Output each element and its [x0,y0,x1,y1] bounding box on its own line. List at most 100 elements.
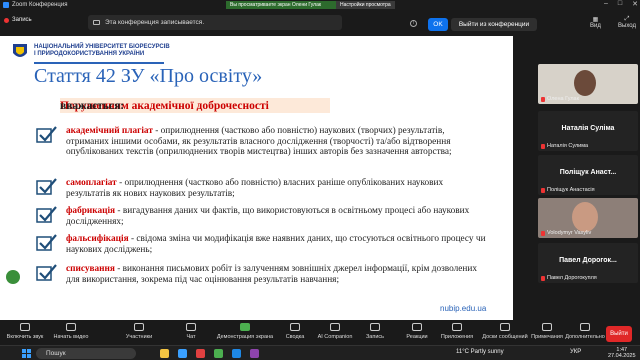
participant-name: Наталія Сулима [547,143,589,149]
chat-button[interactable]: Чат [166,323,216,340]
item-term: списування [66,264,115,274]
windows-start-icon[interactable] [22,349,31,358]
view-settings-button[interactable]: Настройки просмотра [336,1,395,9]
participant-tile[interactable]: Volodymyr Vasyliv [538,198,638,238]
view-button[interactable]: ▦ Вид [590,16,601,29]
share-viewing-label: Вы просматриваете экран Олени Гулак [226,1,336,9]
item-text: - свідома зміна чи модифікація вже наявн… [66,234,486,255]
mic-muted-icon [541,96,545,102]
item-term: фальсифікація [66,234,129,244]
heart-icon [412,323,422,331]
whiteboard-icon [500,323,510,331]
screen-share-bar: Вы просматриваете экран Олени Гулак Наст… [226,1,406,9]
close-icon[interactable]: ✕ [632,0,638,8]
zoom-logo-icon [3,2,9,8]
leave-meeting-button[interactable]: Выйти из конференции [451,18,537,31]
share-screen-icon [240,323,250,331]
participant-label: Олена Гулак [541,96,579,102]
exit-button[interactable]: ⤢ Выход [618,16,636,29]
mic-muted-icon [541,187,545,193]
windows-taskbar: Пошук 11°C Partly sunny УКР 1:47 27.04.2… [0,345,640,360]
taskbar-clock[interactable]: 1:47 27.04.2025 [608,347,636,359]
exit-label: Выход [618,23,636,29]
info-icon[interactable]: i [410,20,417,27]
notice-text: Эта конференция записывается. [105,19,205,26]
checkbox-icon [36,264,57,281]
participants-button[interactable]: Участники [114,323,164,340]
start-video-button[interactable]: Начать видео [46,323,96,340]
checkbox-icon [36,206,57,223]
file-explorer-icon[interactable] [160,349,169,358]
mic-icon [20,323,30,331]
toolbar-label: Приложения [440,334,474,340]
toolbar-label: Реакции [406,334,428,340]
clock-date: 27.04.2025 [608,353,636,359]
share-screen-button[interactable]: Демонстрация экрана [212,323,278,340]
item-term: академічний плагіат [66,126,153,136]
participant-tile[interactable]: Наталія Суліма Наталія Сулима [538,111,638,151]
slide-title: Стаття 42 ЗУ «Про освіту» [34,65,263,87]
zoom-taskbar-icon[interactable] [232,349,241,358]
participant-tile[interactable]: Поліщук Анаст... Поліщук Анастасія [538,155,638,195]
window-controls: – □ ✕ [604,0,638,8]
toolbar-label: Сводка [285,334,305,340]
checkbox-icon [36,234,57,251]
window-title: Zoom Конференция [12,2,68,8]
apps-button[interactable]: Приложения [432,323,482,340]
list-item: самоплагіат - оприлюднення (частково або… [36,178,496,200]
chrome-icon[interactable] [214,349,223,358]
taskbar-search[interactable]: Пошук [36,348,136,359]
slide-heading: Порушенням академічної доброчесності вва… [60,98,330,113]
toolbar-label: Чат [186,334,196,340]
list-item: фальсифікація - свідома зміна чи модифік… [36,234,496,256]
unmute-button[interactable]: Включить звук [0,323,50,340]
participant-video [572,202,598,232]
checkbox-icon [36,178,57,195]
toolbar-label: Демонстрация экрана [216,334,274,340]
toolbar-label: Включить звук [6,334,44,340]
item-text: - оприлюднення (частково або повністю) в… [66,178,444,199]
minimize-icon[interactable]: – [604,0,608,8]
item-text: - виконання письмових робіт із залучення… [66,264,478,285]
ok-button[interactable]: OK [428,18,448,31]
end-meeting-button[interactable]: Выйти [606,326,632,342]
toolbar-label: Участники [125,334,153,340]
heading-rest: вважається: [60,100,125,112]
record-icon [370,323,380,331]
university-name: НАЦІОНАЛЬНИЙ УНІВЕРСИТЕТ БІОРЕСУРСІВ І П… [34,44,170,58]
recording-indicator[interactable]: Запись [4,17,32,23]
toolbar-label: AI Companion [317,334,353,340]
more-icon [580,323,590,331]
meeting-topbar: Запись Эта конференция записывается. i O… [0,10,640,36]
list-item: списування - виконання письмових робіт і… [36,264,496,288]
more-button[interactable]: Дополнительно [560,323,610,340]
slide-footer: nubip.edu.ua [440,304,487,313]
summary-icon [290,323,300,331]
apps-icon [452,323,462,331]
recording-dot-icon [4,17,9,23]
weather-widget[interactable]: 11°C Partly sunny [456,349,504,355]
participant-name: Павел Дорогокупля [547,275,597,281]
recording-label: Запись [12,17,32,23]
participant-name: Олена Гулак [547,96,580,102]
input-language[interactable]: УКР [570,349,581,355]
participant-tile[interactable]: Павел Дорогок... Павел Дорогокупля [538,243,638,283]
maximize-icon[interactable]: □ [618,0,622,8]
participant-tile[interactable]: Олена Гулак [538,64,638,104]
sparkle-icon [330,323,340,331]
participant-video [574,70,596,96]
participant-name: Поліщук Анастасія [547,187,595,193]
edge-icon[interactable] [178,349,187,358]
list-item: академічний плагіат - оприлюднення (част… [36,126,496,172]
office-icon[interactable] [196,349,205,358]
recording-notice: Эта конференция записывается. [88,15,342,30]
meeting-toolbar: Включить звук Начать видео Участники Чат… [0,320,640,348]
mic-muted-icon [541,230,545,236]
item-term: самоплагіат [66,178,117,188]
teams-icon[interactable] [250,349,259,358]
toolbar-label: Запись [365,334,385,340]
university-logo-icon [13,44,27,57]
annotation-tool-icon[interactable] [6,270,20,284]
item-text: - вигадування даних чи фактів, що викори… [66,206,470,227]
list-item: фабрикація - вигадування даних чи фактів… [36,206,496,228]
